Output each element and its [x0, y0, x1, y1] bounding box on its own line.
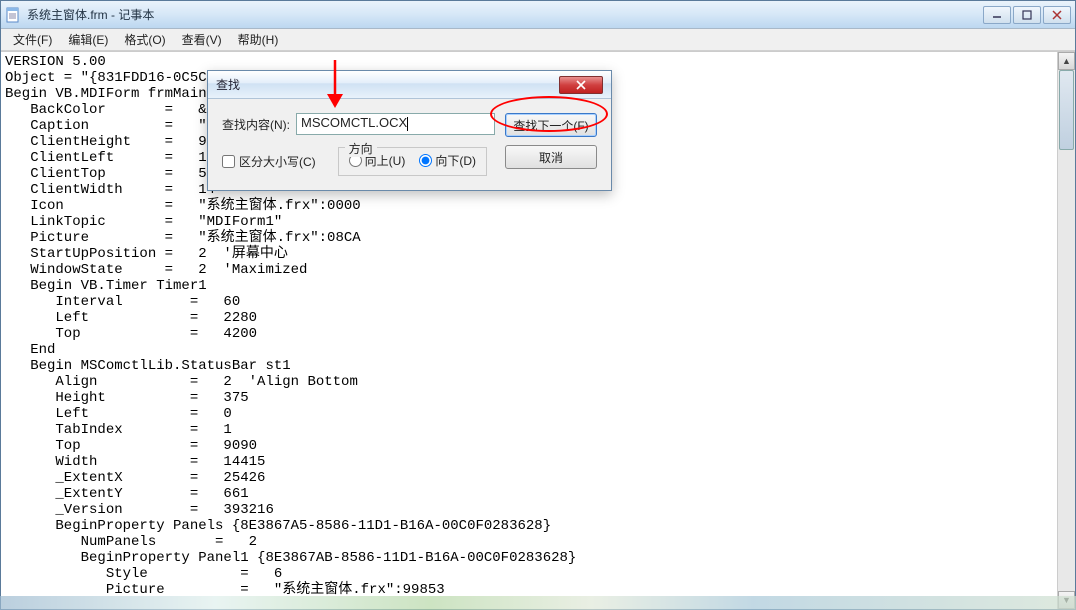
menu-view[interactable]: 查看(V) — [174, 29, 230, 50]
scroll-up-button[interactable]: ▲ — [1058, 52, 1075, 70]
titlebar[interactable]: 系统主窗体.frm - 记事本 — [1, 1, 1075, 29]
find-cancel-button[interactable]: 取消 — [505, 145, 597, 169]
window-controls — [981, 6, 1071, 24]
window-close-button[interactable] — [1043, 6, 1071, 24]
direction-down-radio[interactable]: 向下(D) — [419, 152, 476, 169]
find-dialog[interactable]: 查找 查找内容(N): MSCOMCTL.OCX 区分大小写(C) — [207, 70, 612, 191]
scroll-thumb[interactable] — [1059, 70, 1074, 150]
find-titlebar[interactable]: 查找 — [208, 71, 611, 99]
case-sensitive-checkbox[interactable]: 区分大小写(C) — [222, 153, 316, 170]
taskbar-blur — [0, 596, 1076, 610]
minimize-button[interactable] — [983, 6, 1011, 24]
menu-help[interactable]: 帮助(H) — [230, 29, 287, 50]
direction-group: 方向 向上(U) 向下(D) — [338, 147, 487, 176]
find-title: 查找 — [216, 76, 559, 93]
find-content-label: 查找内容(N): — [222, 116, 290, 133]
text-caret — [407, 117, 408, 131]
find-next-button[interactable]: 查找下一个(F) — [505, 113, 597, 137]
find-input[interactable]: MSCOMCTL.OCX — [296, 113, 495, 135]
radio-down[interactable] — [419, 154, 432, 167]
maximize-button[interactable] — [1013, 6, 1041, 24]
find-body: 查找内容(N): MSCOMCTL.OCX 区分大小写(C) 方向 向上 — [208, 99, 611, 190]
case-label: 区分大小写(C) — [239, 153, 316, 170]
find-close-button[interactable] — [559, 76, 603, 94]
vertical-scrollbar[interactable]: ▲ ▼ — [1057, 52, 1075, 609]
window-title: 系统主窗体.frm - 记事本 — [27, 6, 981, 23]
direction-legend: 方向 — [345, 140, 377, 157]
find-input-value: MSCOMCTL.OCX — [301, 115, 407, 130]
menu-file[interactable]: 文件(F) — [5, 29, 60, 50]
menu-edit[interactable]: 编辑(E) — [60, 29, 116, 50]
menu-format[interactable]: 格式(O) — [116, 29, 173, 50]
case-checkbox-input[interactable] — [222, 155, 235, 168]
menubar: 文件(F) 编辑(E) 格式(O) 查看(V) 帮助(H) — [1, 29, 1075, 51]
dir-down-label: 向下(D) — [435, 152, 476, 169]
notepad-icon — [5, 7, 21, 23]
